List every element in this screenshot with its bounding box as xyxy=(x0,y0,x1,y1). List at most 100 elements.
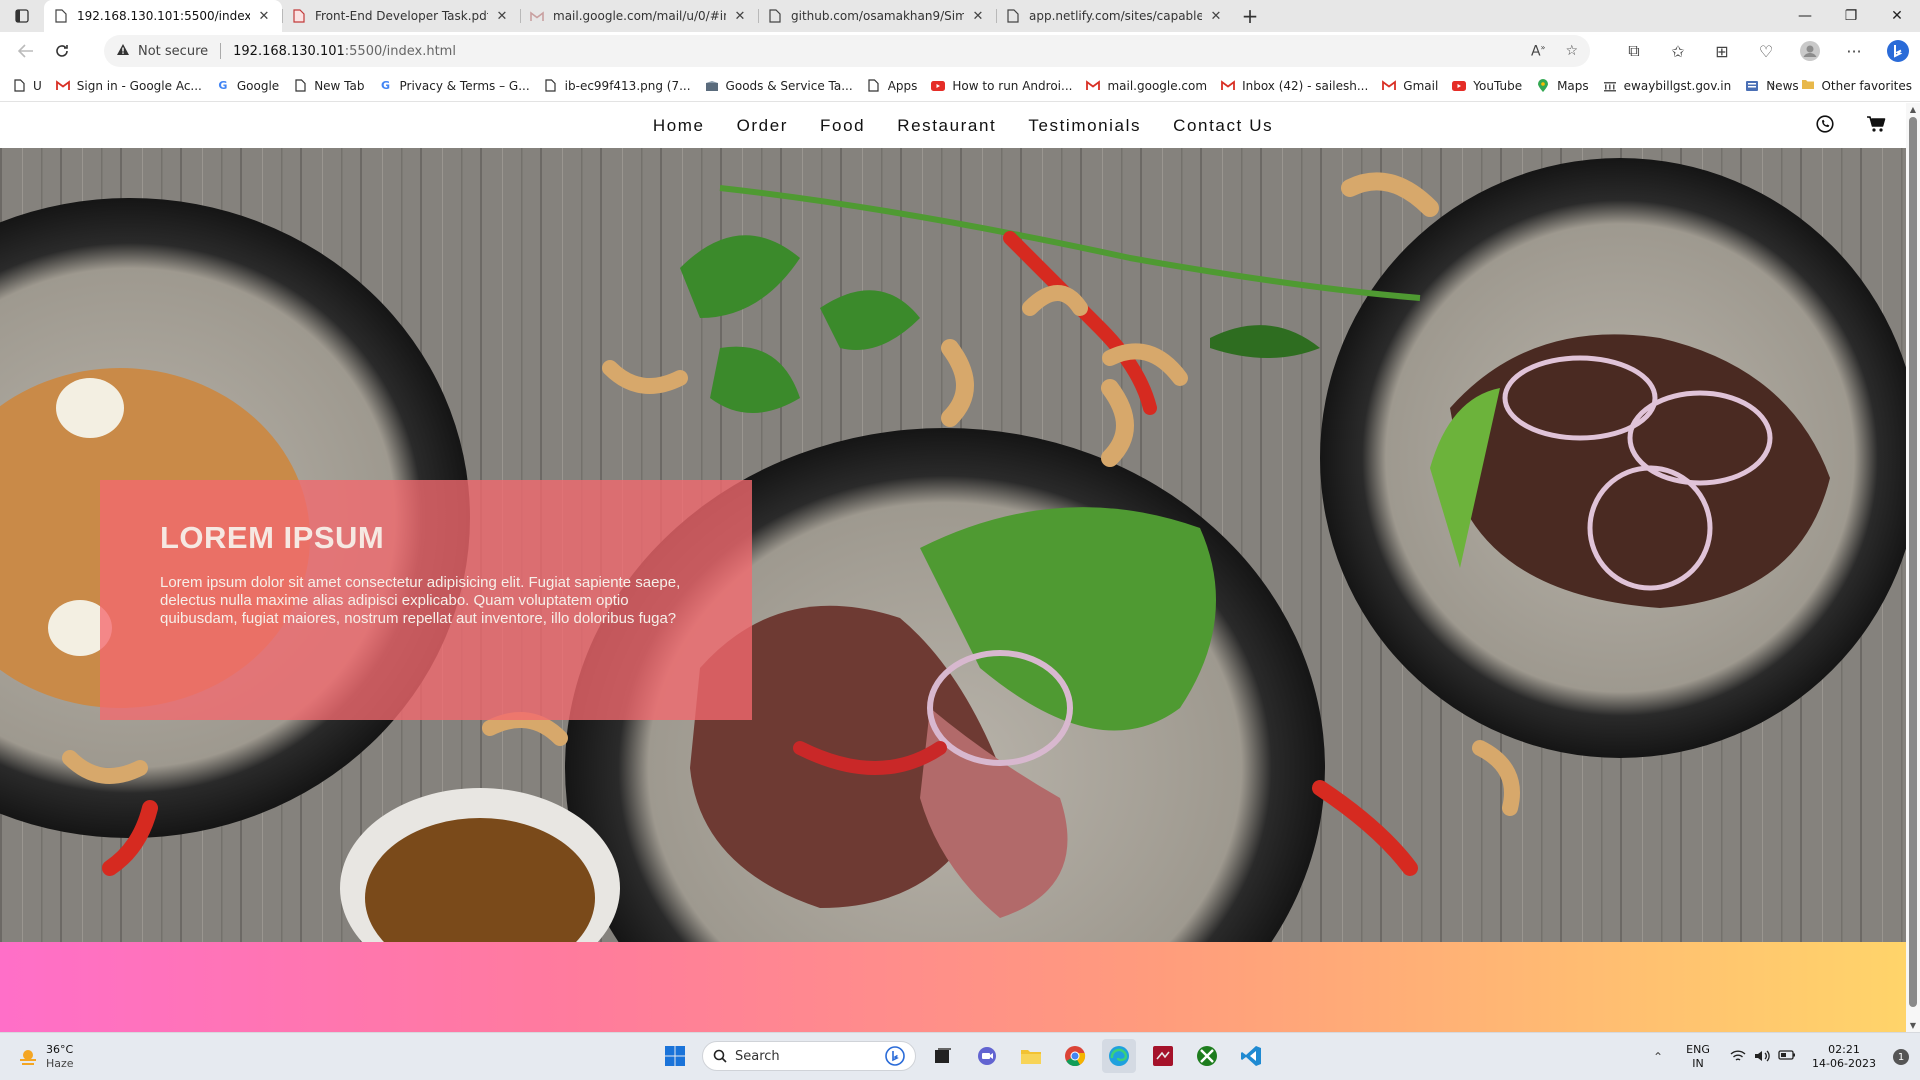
quick-settings[interactable] xyxy=(1720,1049,1806,1066)
bookmark-item[interactable]: Gmail xyxy=(1382,79,1438,93)
page-icon xyxy=(768,9,782,23)
back-button[interactable] xyxy=(8,33,44,69)
weather-widget[interactable]: 36°C Haze xyxy=(18,1043,74,1071)
phone-icon[interactable] xyxy=(1816,115,1834,133)
app-button-red[interactable] xyxy=(1146,1039,1180,1073)
bookmark-label: Sign in - Google Ac... xyxy=(76,78,202,93)
scrollbar-thumb[interactable] xyxy=(1909,117,1917,1007)
bookmark-item[interactable]: Inbox (42) - sailesh... xyxy=(1221,79,1368,93)
edge-button[interactable] xyxy=(1102,1039,1136,1073)
cart-icon[interactable] xyxy=(1866,115,1886,133)
taskbar-search-box[interactable]: Search xyxy=(702,1041,916,1071)
close-tab-icon[interactable]: ✕ xyxy=(494,9,510,24)
vscode-button[interactable] xyxy=(1234,1039,1268,1073)
bookmark-item[interactable]: New Tab xyxy=(293,78,365,93)
bookmark-item[interactable]: Maps xyxy=(1536,78,1589,93)
start-button[interactable] xyxy=(658,1039,692,1073)
url-text[interactable]: 192.168.130.101:5500/index.html xyxy=(233,44,456,59)
notification-center-button[interactable]: 1 xyxy=(1882,1049,1920,1065)
show-hidden-icons-button[interactable]: ⌃ xyxy=(1640,1039,1676,1075)
gmail-icon xyxy=(1221,79,1235,93)
news-icon xyxy=(1745,79,1759,93)
scroll-up-icon[interactable]: ▲ xyxy=(1906,105,1920,114)
close-tab-icon[interactable]: ✕ xyxy=(1208,9,1224,24)
clock-date: 14-06-2023 xyxy=(1812,1057,1876,1070)
restore-button[interactable]: ❐ xyxy=(1828,0,1874,32)
favorite-star-icon[interactable]: ☆ xyxy=(1565,43,1578,60)
collections-button[interactable]: ⊞ xyxy=(1700,33,1744,69)
wifi-icon xyxy=(1730,1049,1746,1066)
bookmark-label: How to run Androi... xyxy=(952,78,1073,93)
security-label[interactable]: Not secure xyxy=(138,44,208,59)
bookmark-label: Apps xyxy=(887,78,918,93)
gradient-section xyxy=(0,942,1906,1032)
back-arrow-icon xyxy=(18,44,33,58)
taskbar-search-placeholder: Search xyxy=(735,1048,780,1064)
chrome-button[interactable] xyxy=(1058,1039,1092,1073)
bookmark-label: Gmail xyxy=(1403,78,1439,93)
weather-temperature: 36°C xyxy=(46,1043,74,1056)
clock[interactable]: 02:21 14-06-2023 xyxy=(1806,1043,1882,1071)
bing-chat-button[interactable] xyxy=(1876,33,1920,69)
bookmark-item[interactable]: ewaybillgst.gov.in xyxy=(1603,79,1731,93)
nav-link-food[interactable]: Food xyxy=(820,116,865,136)
new-tab-button[interactable]: + xyxy=(1234,0,1266,32)
more-dots-icon: ··· xyxy=(1846,41,1862,61)
browser-tab[interactable]: github.com/osamakhan9/Simplo ✕ xyxy=(758,0,996,32)
browser-tab[interactable]: Front-End Developer Task.pdf ✕ xyxy=(282,0,520,32)
bing-icon xyxy=(1887,40,1909,62)
scroll-down-icon[interactable]: ▼ xyxy=(1906,1021,1920,1030)
xbox-button[interactable] xyxy=(1190,1039,1224,1073)
site-navbar: Home Order Food Restaurant Testimonials … xyxy=(0,103,1906,148)
profile-button[interactable] xyxy=(1788,33,1832,69)
bookmark-item[interactable]: mail.google.com xyxy=(1086,79,1207,93)
collections-icon: ⊞ xyxy=(1715,41,1729,61)
browser-tab[interactable]: mail.google.com/mail/u/0/#inbo ✕ xyxy=(520,0,758,32)
bookmark-item[interactable]: Sign in - Google Ac... xyxy=(55,78,202,93)
google-icon: G xyxy=(380,79,391,92)
gmail-icon xyxy=(1086,79,1101,93)
browser-tab[interactable]: app.netlify.com/sites/capable-sfc ✕ xyxy=(996,0,1234,32)
bookmark-label: New Tab xyxy=(314,78,365,93)
other-favorites-folder[interactable]: Other favorites xyxy=(1801,78,1912,93)
nav-link-home[interactable]: Home xyxy=(653,116,705,136)
minimize-button[interactable]: — xyxy=(1782,0,1828,32)
settings-menu-button[interactable]: ··· xyxy=(1832,33,1876,69)
nav-links: Home Order Food Restaurant Testimonials … xyxy=(653,116,1273,136)
bookmark-item[interactable]: G Privacy & Terms – G... xyxy=(379,79,530,93)
task-view-button[interactable] xyxy=(926,1039,960,1073)
bookmark-item[interactable]: U xyxy=(12,79,42,93)
bookmark-item[interactable]: ib-ec99f413.png (7... xyxy=(544,79,691,93)
language-indicator[interactable]: ENG IN xyxy=(1676,1043,1720,1071)
bookmark-item[interactable]: How to run Androi... xyxy=(931,79,1072,93)
extensions-button[interactable]: ⧉ xyxy=(1612,33,1656,69)
nav-link-order[interactable]: Order xyxy=(737,116,788,136)
tab-actions-button[interactable] xyxy=(0,0,44,32)
close-tab-icon[interactable]: ✕ xyxy=(256,9,272,24)
bookmarks-overflow-chevron-icon[interactable]: › xyxy=(1770,78,1776,94)
close-tab-icon[interactable]: ✕ xyxy=(970,9,986,24)
bookmark-item[interactable]: YouTube xyxy=(1452,79,1522,93)
nav-link-restaurant[interactable]: Restaurant xyxy=(897,116,996,136)
refresh-button[interactable] xyxy=(44,33,80,69)
favorites-button[interactable]: ✩ xyxy=(1656,33,1700,69)
browser-tab[interactable]: 192.168.130.101:5500/index.html ✕ xyxy=(44,0,282,32)
bookmark-item[interactable]: G Google xyxy=(216,79,279,93)
read-aloud-icon[interactable]: A» xyxy=(1531,43,1545,60)
teams-chat-button[interactable] xyxy=(970,1039,1004,1073)
nav-link-contact[interactable]: Contact Us xyxy=(1173,116,1273,136)
warning-icon[interactable] xyxy=(116,43,130,60)
address-bar[interactable]: Not secure 192.168.130.101:5500/index.ht… xyxy=(104,35,1590,67)
nav-link-testimonials[interactable]: Testimonials xyxy=(1028,116,1141,136)
page-scrollbar[interactable]: ▲ ▼ xyxy=(1906,103,1920,1032)
bookmark-label: Inbox (42) - sailesh... xyxy=(1242,78,1369,93)
refresh-icon xyxy=(56,45,68,57)
close-window-button[interactable]: ✕ xyxy=(1874,0,1920,32)
bookmarks-bar: U Sign in - Google Ac... G Google New Tab G Pr… xyxy=(0,70,1920,102)
bookmark-item[interactable]: Goods & Service Ta... xyxy=(705,79,853,93)
close-tab-icon[interactable]: ✕ xyxy=(732,9,748,24)
bookmark-item[interactable]: Apps xyxy=(867,78,918,93)
haze-sun-icon xyxy=(20,1050,36,1065)
file-explorer-button[interactable] xyxy=(1014,1039,1048,1073)
browser-essentials-button[interactable]: ♡ xyxy=(1744,33,1788,69)
